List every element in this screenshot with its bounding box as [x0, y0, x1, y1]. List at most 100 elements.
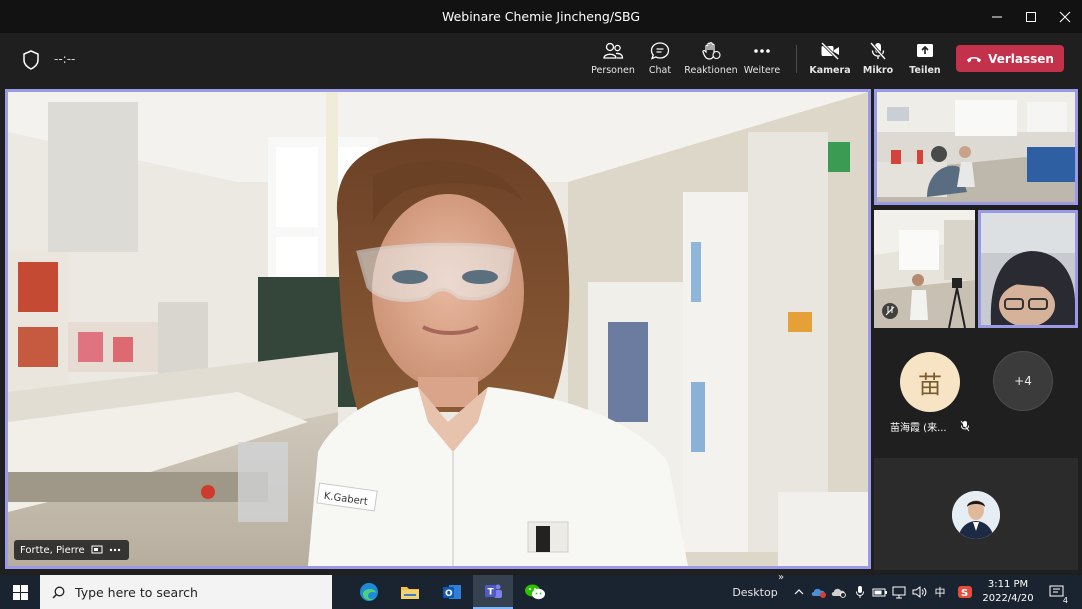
shield-icon[interactable]: [22, 50, 40, 70]
more-participants-button[interactable]: +4: [993, 351, 1053, 411]
desktop-toolbar[interactable]: Desktop: [731, 575, 779, 609]
leave-button[interactable]: Verlassen: [956, 45, 1064, 72]
people-button[interactable]: Personen: [587, 41, 639, 81]
camera-off-icon: [820, 41, 840, 61]
toolbar-divider: [796, 45, 797, 73]
share-label: Teilen: [909, 65, 941, 76]
tray-network[interactable]: [891, 575, 909, 609]
mic-off-icon: [869, 42, 887, 60]
reactions-label: Reaktionen: [684, 65, 738, 76]
mic-button[interactable]: Mikro: [852, 41, 904, 81]
avatar-participants-area: 苗 苗海霞 (来... +4: [874, 333, 1078, 455]
ime-indicator[interactable]: 中: [931, 575, 949, 609]
screen-share-icon: [91, 545, 103, 554]
participant-video-lab-room[interactable]: [874, 89, 1078, 205]
share-button[interactable]: Teilen: [899, 41, 951, 81]
title-bar: Webinare Chemie Jincheng/SBG: [0, 0, 1082, 33]
maximize-icon: [1026, 11, 1036, 22]
windows-taskbar: Type here to search O T Desktop » 中 S 3:…: [0, 572, 1082, 609]
participant-video-lab-camera[interactable]: [874, 210, 975, 328]
notification-count: 4: [1062, 596, 1068, 605]
tray-onedrive-error[interactable]: [810, 575, 828, 609]
self-view-tile[interactable]: [874, 458, 1078, 570]
window-controls: [980, 0, 1082, 33]
hang-up-icon: [967, 56, 982, 62]
avatar-initial: 苗: [918, 370, 942, 399]
tray-volume[interactable]: [911, 575, 929, 609]
camera-button[interactable]: Kamera: [804, 41, 856, 81]
more-label: Weitere: [743, 65, 781, 76]
outlook-app[interactable]: O: [432, 575, 472, 609]
clock[interactable]: 3:11 PM 2022/4/20: [980, 575, 1036, 609]
chevron-up-icon: [794, 589, 804, 595]
speaker-name-tag: Fortte, Pierre: [14, 540, 129, 560]
tray-cloud-sync[interactable]: [830, 575, 848, 609]
mic-muted-icon: [960, 420, 970, 432]
lab-room-video-frame: [877, 92, 1075, 202]
wechat-app[interactable]: [515, 575, 555, 609]
start-button[interactable]: [0, 575, 40, 609]
raise-hand-icon: [702, 42, 721, 60]
window-title: Webinare Chemie Jincheng/SBG: [441, 9, 641, 24]
main-speaker-video[interactable]: K.Gabert Fortte, Pierre: [5, 89, 871, 569]
cloud-sync-icon: [831, 588, 846, 598]
microphone-icon: [856, 586, 864, 598]
network-icon: [892, 586, 906, 598]
toolbar-expand-icon[interactable]: »: [774, 570, 788, 584]
people-icon: [603, 42, 624, 59]
people-label: Personen: [591, 65, 635, 76]
more-dots-icon[interactable]: [109, 548, 121, 552]
windows-logo-icon: [12, 584, 28, 600]
avatar-participant-name: 苗海霞 (来...: [890, 423, 947, 434]
svg-text:T: T: [488, 588, 495, 598]
lab-camera-video-frame: [874, 210, 975, 328]
outlook-icon: O: [443, 585, 461, 599]
chat-button[interactable]: Chat: [634, 41, 686, 81]
teams-app[interactable]: T: [473, 575, 513, 609]
participant-video-woman[interactable]: [978, 210, 1078, 328]
more-button[interactable]: Weitere: [736, 41, 788, 81]
wechat-icon: [525, 584, 545, 600]
show-hidden-icons-button[interactable]: [790, 575, 808, 609]
file-explorer-app[interactable]: [390, 575, 430, 609]
speaker-icon: [912, 586, 927, 598]
clock-time: 3:11 PM: [987, 579, 1029, 590]
lab-video-frame: K.Gabert: [8, 92, 868, 566]
close-icon: [1059, 11, 1071, 22]
participant-avatar[interactable]: 苗: [900, 352, 960, 412]
minimize-button[interactable]: [980, 0, 1014, 33]
close-button[interactable]: [1048, 0, 1082, 33]
leave-label: Verlassen: [988, 51, 1054, 66]
sogou-input-icon: S: [958, 586, 972, 599]
tray-microphone[interactable]: [851, 575, 869, 609]
self-avatar-photo: [952, 491, 1000, 539]
mic-label: Mikro: [862, 65, 894, 76]
edge-app[interactable]: [349, 575, 389, 609]
cloud-error-icon: [811, 588, 826, 598]
share-screen-icon: [917, 44, 933, 57]
more-dots-icon: [754, 49, 770, 53]
folder-icon: [401, 587, 419, 599]
woman-video-frame: [981, 213, 1075, 325]
tray-sogou-input[interactable]: S: [954, 575, 976, 609]
minimize-icon: [992, 16, 1002, 17]
svg-text:O: O: [445, 589, 453, 599]
taskbar-search[interactable]: Type here to search: [40, 575, 332, 609]
search-icon: [52, 586, 65, 599]
edge-icon: [360, 583, 378, 601]
maximize-button[interactable]: [1014, 0, 1048, 33]
battery-plug-icon: [872, 588, 887, 597]
chat-label: Chat: [648, 65, 672, 76]
teams-icon: T: [485, 584, 502, 598]
speaker-name: Fortte, Pierre: [20, 544, 85, 556]
tray-battery[interactable]: [871, 575, 889, 609]
self-avatar: [952, 491, 1000, 539]
clock-date: 2022/4/20: [982, 593, 1034, 604]
camera-label: Kamera: [809, 65, 851, 76]
search-placeholder: Type here to search: [75, 584, 198, 600]
notification-center-button[interactable]: 4: [1042, 575, 1072, 609]
meeting-timer: --:--: [54, 52, 76, 66]
desktop-label: Desktop: [732, 585, 778, 599]
meeting-toolbar: --:-- Personen Chat Reaktionen Weitere K…: [0, 33, 1082, 87]
reactions-button[interactable]: Reaktionen: [684, 41, 738, 81]
